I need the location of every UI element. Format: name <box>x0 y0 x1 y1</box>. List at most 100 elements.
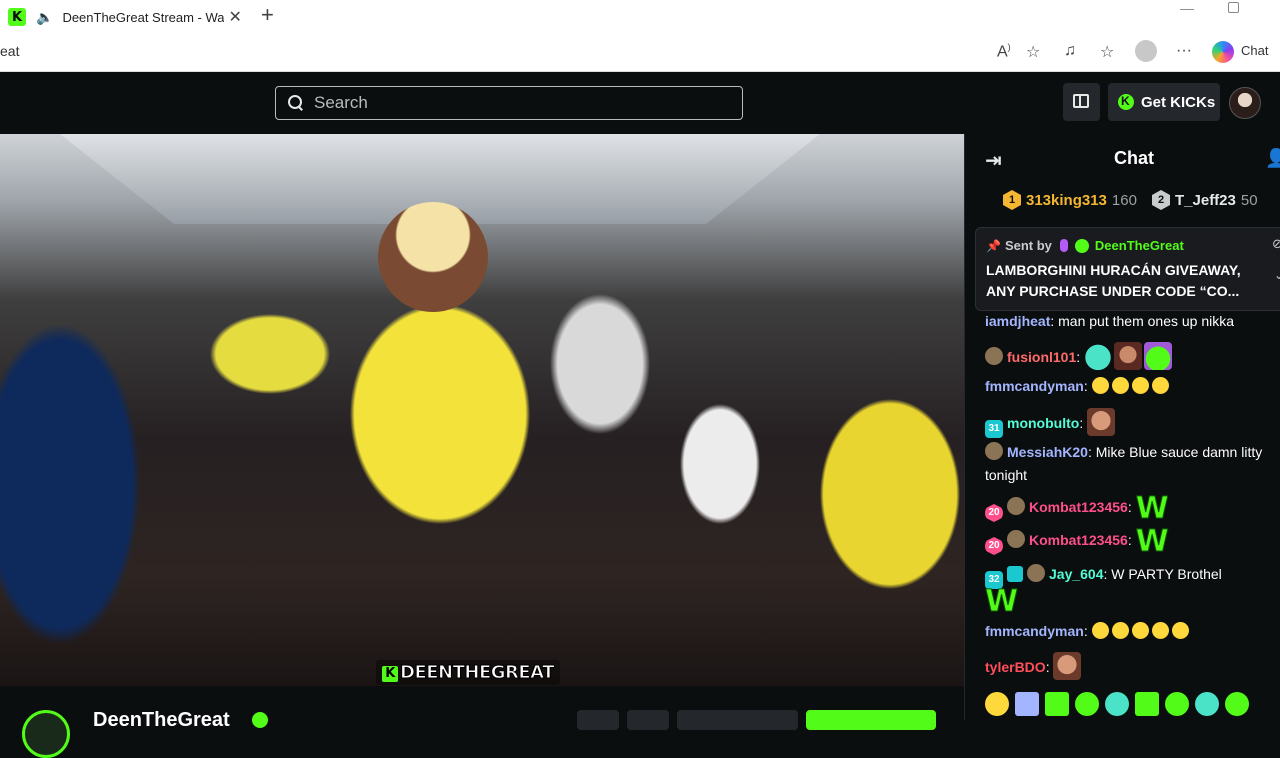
rofl-emoji-icon <box>1091 622 1109 639</box>
chat-message: 20 Kombat123456: W <box>985 491 1275 526</box>
rofl-emoji-icon <box>1111 622 1129 639</box>
chat-username[interactable]: MessiahK20 <box>1007 444 1088 460</box>
new-tab-icon[interactable]: + <box>261 2 274 28</box>
channel-action-button-1[interactable] <box>577 710 619 730</box>
channel-avatar[interactable] <box>22 710 70 758</box>
video-scene-person <box>378 202 488 312</box>
subscriber-badge-icon: 31 <box>985 420 1003 438</box>
browser-tab[interactable]: K 🔈 DeenTheGreat Stream - Watch ✕ <box>0 0 250 34</box>
emote-icon[interactable] <box>1135 692 1159 716</box>
read-aloud-icon[interactable]: A) <box>997 42 1011 61</box>
emote-icon[interactable] <box>1015 692 1039 716</box>
pinned-author: DeenTheGreat <box>1094 238 1184 253</box>
chat-message: 31 monobulto: <box>985 408 1275 438</box>
pinned-message[interactable]: 📌 Sent by DeenTheGreat ⊘ LAMBORGHINI HUR… <box>975 227 1280 311</box>
layout-button[interactable] <box>1063 83 1100 121</box>
leaderboard-name: 313king313 <box>1026 191 1107 209</box>
og-badge-icon <box>1027 564 1045 582</box>
leaderboard-name: T_Jeff23 <box>1175 191 1236 209</box>
gifter-badge-icon: 20 <box>985 504 1003 522</box>
chat-title: Chat <box>1114 148 1154 168</box>
close-tab-icon[interactable]: ✕ <box>228 7 241 27</box>
emote-icon[interactable] <box>1225 692 1249 716</box>
rofl-emoji-icon <box>1091 377 1109 394</box>
channel-info-bar: DeenTheGreat <box>0 686 964 758</box>
search-box[interactable] <box>275 86 743 120</box>
rank-badge: 2 <box>1152 190 1170 210</box>
w-emote-icon: W <box>984 584 1019 619</box>
rofl-emoji-icon <box>1151 622 1169 639</box>
chat-message: fmmcandyman: <box>985 375 1275 398</box>
profile-icon[interactable] <box>1135 40 1157 62</box>
pin-icon: 📌 <box>986 238 1001 253</box>
chat-message: 20 Kombat123456: W <box>985 524 1275 559</box>
rofl-emoji-icon <box>1151 377 1169 394</box>
gift-badge-icon <box>1007 566 1023 582</box>
kicks-coin-icon: K <box>1118 94 1134 110</box>
chat-username[interactable]: tylerBDO <box>985 659 1046 675</box>
emoji-icon[interactable] <box>985 692 1009 716</box>
emote-icon[interactable] <box>1075 692 1099 716</box>
chat-username[interactable]: iamdjheat <box>985 313 1050 329</box>
maximize-icon[interactable] <box>1228 2 1239 13</box>
copilot-chat-label[interactable]: Chat <box>1241 43 1268 58</box>
chat-message: tylerBDO: <box>985 652 1275 680</box>
leaderboard-count: 160 <box>1111 191 1137 209</box>
follow-button[interactable] <box>806 710 936 730</box>
chat-message: fmmcandyman: <box>985 620 1275 643</box>
minimize-icon[interactable]: — <box>1180 0 1194 16</box>
face-emote-icon <box>1114 342 1143 370</box>
layout-icon <box>1073 94 1089 108</box>
media-icon[interactable]: ♫ <box>1064 42 1076 60</box>
pinned-sent-by: Sent by <box>1004 238 1052 253</box>
copilot-icon[interactable] <box>1212 41 1234 63</box>
emote-quick-bar <box>985 692 1249 716</box>
emote-icon[interactable] <box>1165 692 1189 716</box>
user-avatar[interactable] <box>1229 87 1261 119</box>
rofl-emoji-icon <box>1111 377 1129 394</box>
emote-icon[interactable] <box>1105 692 1129 716</box>
chat-username[interactable]: fmmcandyman <box>985 378 1084 394</box>
rofl-emoji-icon <box>1171 622 1189 639</box>
chevron-down-icon[interactable]: ⌄ <box>1274 268 1280 282</box>
video-player[interactable]: K DEENTHEGREAT <box>0 134 964 686</box>
favorite-star-icon[interactable]: ☆ <box>1026 42 1040 62</box>
leaderboard-entry[interactable]: 2 T_Jeff23 50 <box>1152 190 1258 210</box>
chat-username[interactable]: Kombat123456 <box>1029 499 1128 515</box>
leaderboard-entry[interactable]: 1 313king313 160 <box>1003 190 1137 210</box>
search-input[interactable] <box>314 93 714 113</box>
leaderboard-count: 50 <box>1240 191 1258 209</box>
get-kicks-label: Get KICKs <box>1141 93 1216 111</box>
w-emote-icon: W <box>1135 524 1169 559</box>
chat-username[interactable]: Kombat123456 <box>1029 532 1128 548</box>
og-badge-icon <box>985 442 1003 460</box>
chat-header: ⇥ Chat 👤 <box>965 134 1280 182</box>
chat-username[interactable]: Jay_604 <box>1049 566 1104 582</box>
more-icon[interactable]: ··· <box>1176 42 1192 60</box>
channel-action-button-3[interactable] <box>677 710 798 730</box>
speaker-icon[interactable]: 🔈 <box>36 9 53 26</box>
channel-action-button-2[interactable] <box>627 710 669 730</box>
address-input[interactable]: eat <box>0 43 19 59</box>
video-watermark: K DEENTHEGREAT <box>376 660 560 685</box>
emote-icon[interactable] <box>1195 692 1219 716</box>
favorites-icon[interactable]: ☆ <box>1100 42 1114 62</box>
chat-message: iamdjheat: man put them ones up nikka <box>985 313 1235 329</box>
chat-message: fusionl101: <box>985 342 1275 370</box>
browser-tab-strip: K 🔈 DeenTheGreat Stream - Watch ✕ + — <box>0 0 1280 34</box>
emote-icon[interactable] <box>1045 692 1069 716</box>
chat-username[interactable]: monobulto <box>1007 415 1079 431</box>
verified-icon <box>252 712 268 728</box>
address-bar: eat A) ☆ ♫ ☆ ··· Chat <box>0 34 1280 72</box>
w-emote-icon: W <box>1135 491 1169 526</box>
get-kicks-button[interactable]: K Get KICKs <box>1108 83 1220 121</box>
site-header: K Get KICKs <box>0 72 1280 134</box>
chat-message: MessiahK20: Mike Blue sauce damn litty t… <box>985 442 1263 483</box>
users-icon[interactable]: 👤 <box>1265 148 1280 169</box>
hide-pin-icon[interactable]: ⊘ <box>1272 236 1280 252</box>
rank-badge: 1 <box>1003 190 1021 210</box>
cat-emote-icon <box>1084 342 1113 370</box>
chat-username[interactable]: fmmcandyman <box>985 623 1084 639</box>
channel-name[interactable]: DeenTheGreat <box>93 709 230 732</box>
chat-username[interactable]: fusionl101 <box>1007 349 1076 365</box>
